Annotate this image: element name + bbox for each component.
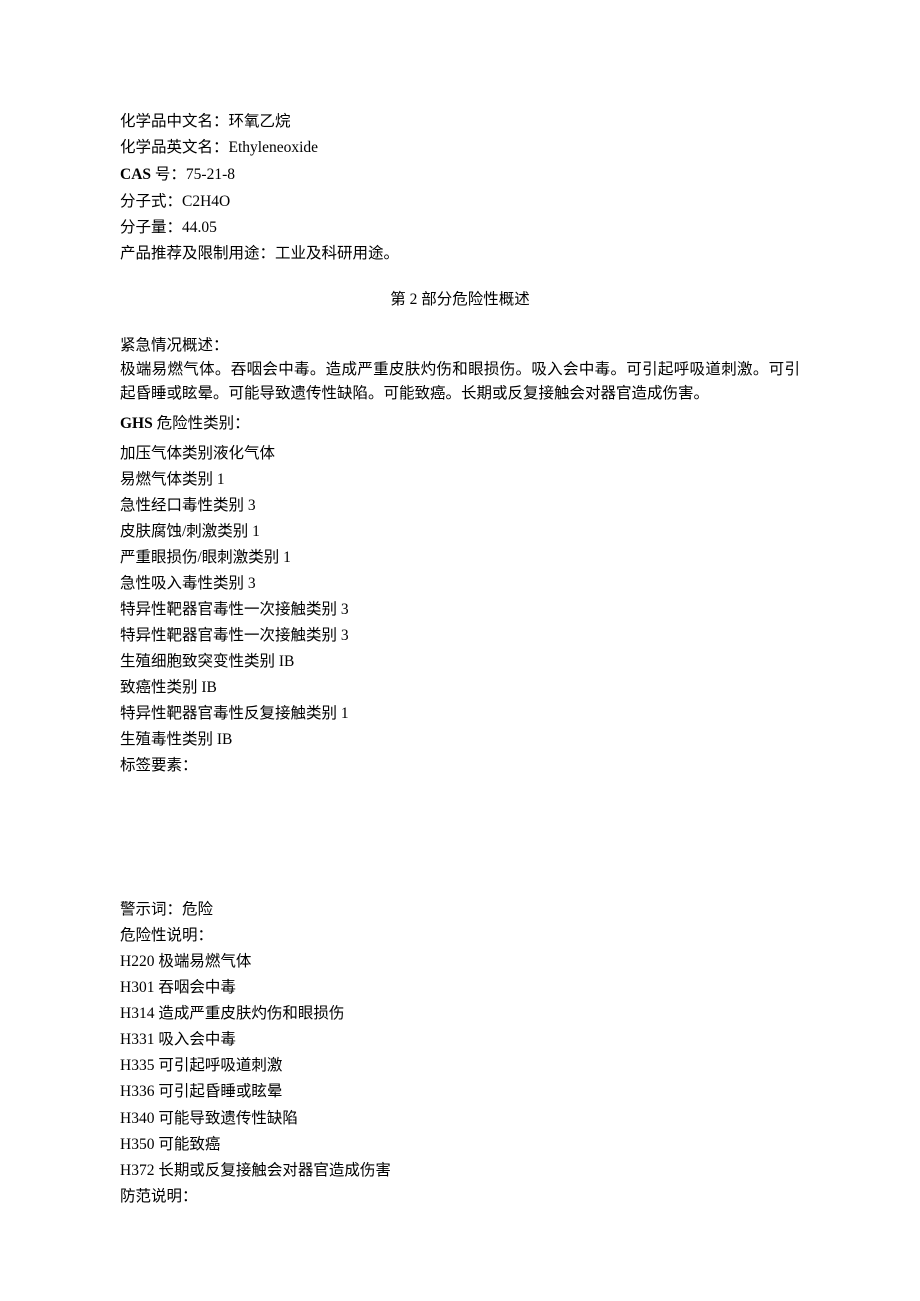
en-name-value: Ethyleneoxide xyxy=(229,139,319,156)
hazard-stmt-label: 危险性说明： xyxy=(120,924,800,948)
htext: 可能导致遗传性缺陷 xyxy=(158,1110,298,1127)
signal-row: 警示词：危险 xyxy=(120,898,800,922)
section2-heading: 第 2 部分危险性概述 xyxy=(120,288,800,312)
htext: 吞咽会中毒 xyxy=(158,979,236,996)
formula-row: 分子式：C2H4O xyxy=(120,190,800,214)
hcode: H372 xyxy=(120,1162,154,1179)
htext: 极端易燃气体 xyxy=(158,953,251,970)
hcode: H336 xyxy=(120,1083,154,1100)
h-statement: H350 可能致癌 xyxy=(120,1133,800,1157)
pictogram-area xyxy=(120,780,800,898)
ghs-cat: 急性吸入毒性类别 3 xyxy=(120,572,800,596)
h-statement: H340 可能导致遗传性缺陷 xyxy=(120,1107,800,1131)
emergency-text: 极端易燃气体。吞咽会中毒。造成严重皮肤灼伤和眼损伤。吸入会中毒。可引起呼吸道刺激… xyxy=(120,358,800,406)
ghs-cat: 致癌性类别 IB xyxy=(120,676,800,700)
hcode: H301 xyxy=(120,979,154,996)
hcode: H331 xyxy=(120,1031,154,1048)
h-statement: H335 可引起呼吸道刺激 xyxy=(120,1054,800,1078)
label-elements: 标签要素： xyxy=(120,754,800,778)
hcode: H314 xyxy=(120,1005,154,1022)
mw-label: 分子量： xyxy=(120,219,182,236)
cn-name-value: 环氧乙烷 xyxy=(229,113,291,130)
h-statement: H336 可引起昏睡或眩晕 xyxy=(120,1080,800,1104)
cas-label-cn: 号： xyxy=(155,166,186,183)
ghs-label-row: GHS 危险性类别： xyxy=(120,412,800,436)
h-statement: H331 吸入会中毒 xyxy=(120,1028,800,1052)
ghs-cat: 特异性靶器官毒性一次接触类别 3 xyxy=(120,598,800,622)
formula-value: C2H4O xyxy=(182,193,230,210)
htext: 长期或反复接触会对器官造成伤害 xyxy=(158,1162,391,1179)
ghs-cat: 加压气体类别液化气体 xyxy=(120,442,800,466)
cas-value: 75-21-8 xyxy=(186,166,235,183)
formula-label: 分子式： xyxy=(120,193,182,210)
hcode: H350 xyxy=(120,1136,154,1153)
en-name-label: 化学品英文名： xyxy=(120,139,229,156)
use-label: 产品推荐及限制用途： xyxy=(120,245,275,262)
ghs-label-cn: 危险性类别： xyxy=(157,415,250,432)
ghs-cat: 特异性靶器官毒性一次接触类别 3 xyxy=(120,624,800,648)
precaution-label: 防范说明： xyxy=(120,1185,800,1209)
htext: 吸入会中毒 xyxy=(158,1031,236,1048)
ghs-label-en: GHS xyxy=(120,415,153,432)
emergency-label: 紧急情况概述： xyxy=(120,334,800,358)
ghs-cat: 严重眼损伤/眼刺激类别 1 xyxy=(120,546,800,570)
htext: 可引起昏睡或眩晕 xyxy=(158,1083,282,1100)
mw-value: 44.05 xyxy=(182,219,217,236)
h-statement: H314 造成严重皮肤灼伤和眼损伤 xyxy=(120,1002,800,1026)
hcode: H340 xyxy=(120,1110,154,1127)
hcode: H220 xyxy=(120,953,154,970)
ghs-cat: 生殖细胞致突变性类别 IB xyxy=(120,650,800,674)
ghs-cat: 皮肤腐蚀/刺激类别 1 xyxy=(120,520,800,544)
en-name-row: 化学品英文名：Ethyleneoxide xyxy=(120,136,800,160)
ghs-cat: 易燃气体类别 1 xyxy=(120,468,800,492)
ghs-cat: 生殖毒性类别 IB xyxy=(120,728,800,752)
htext: 可能致癌 xyxy=(158,1136,220,1153)
htext: 可引起呼吸道刺激 xyxy=(158,1057,282,1074)
cn-name-row: 化学品中文名：环氧乙烷 xyxy=(120,110,800,134)
use-value: 工业及科研用途。 xyxy=(275,245,399,262)
use-row: 产品推荐及限制用途：工业及科研用途。 xyxy=(120,242,800,266)
cas-row: CAS 号：75-21-8 xyxy=(120,163,800,187)
h-statement: H220 极端易燃气体 xyxy=(120,950,800,974)
hcode: H335 xyxy=(120,1057,154,1074)
mw-row: 分子量：44.05 xyxy=(120,216,800,240)
htext: 造成严重皮肤灼伤和眼损伤 xyxy=(158,1005,344,1022)
ghs-cat: 急性经口毒性类别 3 xyxy=(120,494,800,518)
signal-value: 危险 xyxy=(182,901,213,918)
h-statement: H372 长期或反复接触会对器官造成伤害 xyxy=(120,1159,800,1183)
signal-label: 警示词： xyxy=(120,901,182,918)
cn-name-label: 化学品中文名： xyxy=(120,113,229,130)
ghs-cat: 特异性靶器官毒性反复接触类别 1 xyxy=(120,702,800,726)
h-statement: H301 吞咽会中毒 xyxy=(120,976,800,1000)
cas-label-en: CAS xyxy=(120,166,151,183)
